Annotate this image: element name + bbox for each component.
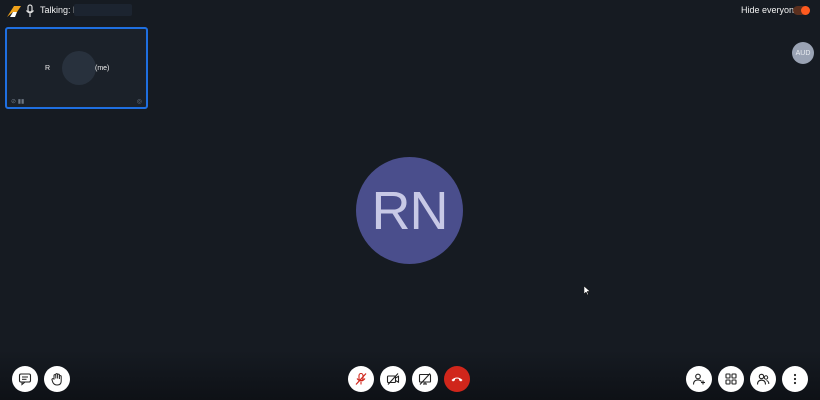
top-bar: Talking: R Hide everyone xyxy=(0,0,820,22)
tile-status-icons: ⊘ ▮▮ xyxy=(11,99,25,105)
microphone-icon xyxy=(26,4,34,17)
toggle-mic-button[interactable] xyxy=(348,366,374,392)
screen-share-off-icon xyxy=(418,373,432,385)
hide-everyone-toggle[interactable] xyxy=(793,6,810,15)
tile-view-button[interactable] xyxy=(718,366,744,392)
participants-icon xyxy=(756,373,770,385)
more-options-icon xyxy=(793,373,797,385)
participants-button[interactable] xyxy=(750,366,776,392)
self-me-label: (me) xyxy=(95,65,110,72)
mic-off-icon xyxy=(355,372,367,385)
tile-view-icon xyxy=(725,373,737,385)
invite-icon xyxy=(692,373,705,385)
raise-hand-icon xyxy=(51,373,62,386)
more-options-button[interactable] xyxy=(782,366,808,392)
app-logo-icon xyxy=(7,6,21,17)
audio-badge[interactable]: AUD xyxy=(792,42,814,64)
self-initial: R xyxy=(45,65,51,72)
speaker-initials: RN xyxy=(371,180,449,241)
audio-badge-label: AUD xyxy=(795,49,811,57)
speaker-avatar: RN xyxy=(356,157,463,264)
invite-button[interactable] xyxy=(686,366,712,392)
hangup-button[interactable] xyxy=(444,366,470,392)
redacted-name xyxy=(74,4,132,16)
screen-share-button[interactable] xyxy=(412,366,438,392)
toggle-camera-button[interactable] xyxy=(380,366,406,392)
hide-everyone-label: Hide everyone xyxy=(741,5,800,15)
self-avatar xyxy=(62,51,96,85)
chat-icon xyxy=(18,373,32,386)
hangup-icon xyxy=(451,377,463,382)
tile-connection-icon: ◎ xyxy=(136,99,142,105)
chat-button[interactable] xyxy=(12,366,38,392)
camera-off-icon xyxy=(386,373,400,385)
toggle-knob xyxy=(801,6,810,15)
self-view-tile[interactable]: R (me) ⊘ ▮▮ ◎ xyxy=(5,27,148,109)
mouse-cursor-icon xyxy=(584,286,591,296)
raise-hand-button[interactable] xyxy=(44,366,70,392)
